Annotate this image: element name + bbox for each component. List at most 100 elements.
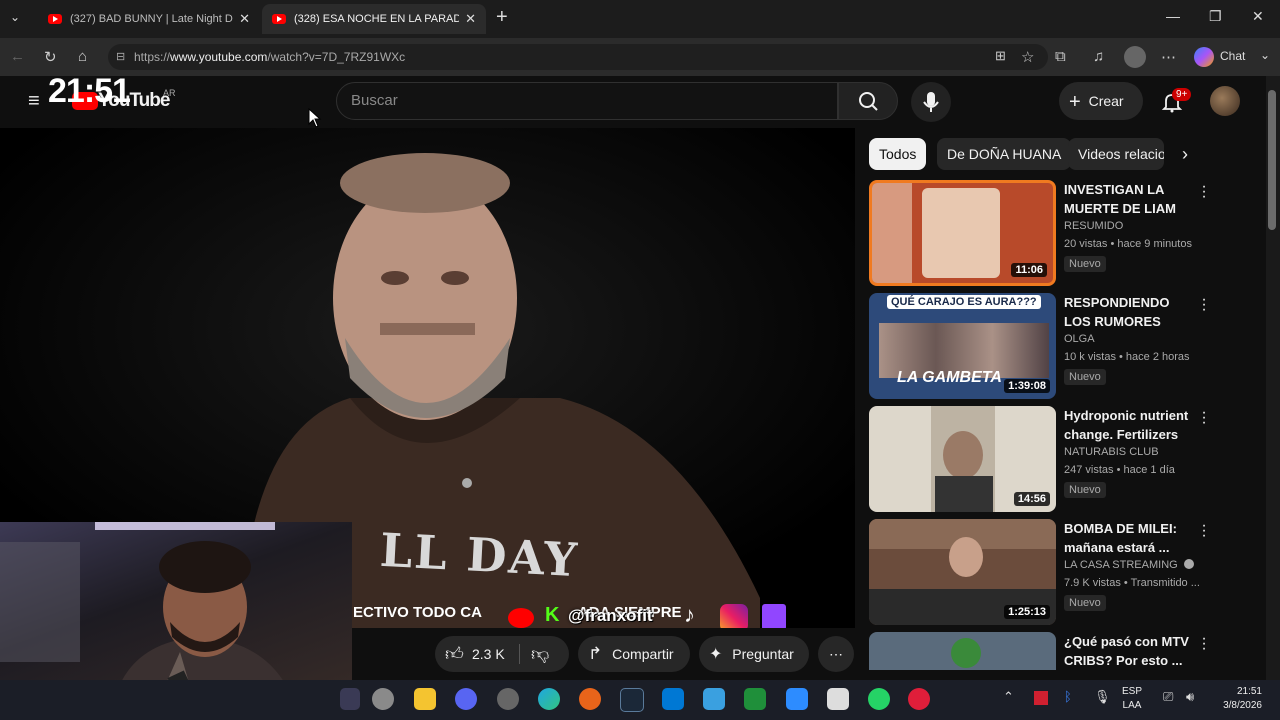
home-button[interactable]: ⌂ [78,48,87,65]
maximize-button[interactable]: ❐ [1209,8,1222,25]
app-available-icon[interactable]: ⊞ [995,48,1006,64]
layout-code: LAA [1122,700,1142,711]
like-count[interactable]: 2.3 K [472,636,505,672]
edge-browser-icon[interactable] [538,688,560,710]
scrollbar-thumb[interactable] [1268,90,1276,230]
video-meta: 7.9 K vistas • Transmitido ... [1064,577,1200,589]
bluetooth-icon[interactable]: ᛒ [1064,689,1072,704]
profile-icon[interactable] [1124,46,1146,68]
like-dislike-group: 👍︎ 2.3 K 👎︎ [435,636,569,672]
file-explorer-icon[interactable] [414,688,436,710]
taskbar-app-icon[interactable] [908,688,930,710]
channel-name[interactable]: LA CASA STREAMING [1064,559,1194,571]
ask-button[interactable]: ✦ Preguntar [699,636,809,672]
video-thumbnail[interactable]: 1:25:13 [869,519,1056,625]
more-options-icon[interactable]: · · · [1199,405,1209,431]
taskbar-app-icon[interactable] [703,688,725,710]
video-title[interactable]: INVESTIGAN LA MUERTE DE LIAM ... [1064,180,1189,218]
close-tab-icon[interactable]: ✕ [239,11,250,27]
media-control-icon[interactable]: ♫ [1093,48,1104,65]
taskbar-app-icon[interactable] [744,688,766,710]
new-badge: Nuevo [1064,369,1106,385]
back-button[interactable]: ← [10,48,25,65]
share-button[interactable]: ↱ Compartir [578,636,690,672]
channel-name[interactable]: RESUMIDO [1064,220,1123,232]
hoodie-text: LL DAY [378,522,581,588]
chevron-down-icon[interactable]: ⌄ [1260,48,1270,62]
taskbar-app-icon[interactable] [579,688,601,710]
social-handle: @franxofit [568,606,653,625]
close-tab-icon[interactable]: ✕ [465,11,476,27]
more-options-icon[interactable]: · · · [1199,632,1209,657]
store-icon[interactable] [662,688,684,710]
hamburger-menu-icon[interactable]: ≡ [28,90,40,113]
steam-icon[interactable] [620,688,644,712]
address-field[interactable]: ⊟ https://www.youtube.com/watch?v=7D_7RZ… [108,44,1048,70]
more-options-icon[interactable]: · · · [1199,179,1209,205]
video-title[interactable]: ¿Qué pasó con MTV CRIBS? Por esto ... [1064,632,1189,670]
recommendation-card[interactable]: 14:56 Hydroponic nutrient change. Fertil… [869,405,1259,512]
chevron-up-icon[interactable]: ⌃ [1003,689,1014,705]
video-thumbnail[interactable]: QUÉ CARAJO ES AURA??? LA GAMBETA 1:39:08 [869,293,1056,399]
system-clock[interactable]: 21:51 3/8/2026 [1212,685,1262,713]
recommendation-card[interactable]: QUÉ CARAJO ES AURA??? LA GAMBETA 1:39:08… [869,292,1259,399]
more-options-icon[interactable]: · · · [1199,518,1209,544]
chip-dona-huana[interactable]: De DOÑA HUANA [937,138,1072,170]
recommendation-card[interactable]: ¿Qué pasó con MTV CRIBS? Por esto ... · ·… [869,632,1259,670]
chip-todos[interactable]: Todos [869,138,927,170]
video-title[interactable]: BOMBA DE MILEI: mañana estará ... [1064,519,1189,557]
search-button[interactable] [838,82,898,120]
recommendation-card[interactable]: 11:06 INVESTIGAN LA MUERTE DE LIAM ... R… [869,179,1259,286]
thumbnail-side [872,183,912,283]
taskbar-app-icon[interactable] [340,688,360,710]
video-title[interactable]: Hydroponic nutrient change. Fertilizers … [1064,406,1189,444]
reload-button[interactable]: ↻ [44,48,57,66]
kick-icon: K [545,604,560,626]
network-icon[interactable]: ⎚ [1163,689,1173,705]
tab-esa-noche[interactable]: (328) ESA NOCHE EN LA PARADA DEL ✕ [262,4,486,34]
tab-list-dropdown-icon[interactable]: ⌄ [10,10,20,24]
taskbar-app-icon[interactable] [786,688,808,710]
minimize-button[interactable]: — [1166,8,1180,24]
more-actions-button[interactable]: ⋯ [818,636,854,672]
video-thumbnail[interactable]: 14:56 [869,406,1056,512]
input-language[interactable]: ESP LAA [1122,685,1142,713]
taskbar-app-icon[interactable] [372,688,394,710]
microphone-tray-icon[interactable]: 🎙︎ [1094,689,1111,705]
site-info-icon[interactable]: ⊟ [116,44,125,70]
channel-name[interactable]: NATURABIS CLUB [1064,446,1159,458]
chat-button[interactable]: Chat [1220,49,1245,63]
divider [519,644,520,664]
recommendation-card[interactable]: 1:25:13 BOMBA DE MILEI: mañana estará ..… [869,518,1259,625]
tab-bad-bunny[interactable]: (327) BAD BUNNY | Late Night Drive ✕ [38,4,260,34]
chevron-right-icon[interactable]: › [1182,144,1188,165]
new-tab-button[interactable]: + [496,6,508,29]
voice-search-button[interactable] [911,82,951,122]
tray-app-icon[interactable] [1034,691,1048,705]
youtube-social-icon [508,608,534,628]
more-options-icon[interactable]: · · · [1199,292,1209,318]
copilot-icon[interactable] [1194,47,1214,67]
video-meta: 10 k vistas • hace 2 horas [1064,351,1190,363]
taskbar-app-icon[interactable] [497,688,519,710]
more-menu-icon[interactable]: ⋯ [1161,48,1176,66]
whatsapp-icon[interactable] [868,688,890,710]
video-title[interactable]: RESPONDIENDO LOS RUMORES CO... [1064,293,1189,331]
dislike-icon[interactable]: 👎︎ [531,636,549,672]
video-thumbnail[interactable]: 11:06 [869,180,1056,286]
video-thumbnail[interactable] [869,632,1056,670]
twitch-icon [762,604,786,628]
chip-videos-relacionados[interactable]: Videos relacio [1068,138,1164,170]
taskbar-app-icon[interactable] [827,688,849,710]
favorite-star-icon[interactable]: ☆ [1021,48,1034,66]
volume-icon[interactable]: 🔊︎ [1186,689,1194,705]
like-icon[interactable]: 👍︎ [445,636,464,672]
search-input[interactable]: Buscar [336,82,838,120]
duration-badge: 1:39:08 [1004,379,1050,393]
close-window-button[interactable]: ✕ [1252,8,1264,25]
discord-icon[interactable] [455,688,477,710]
avatar[interactable] [1210,86,1240,116]
channel-name[interactable]: OLGA [1064,333,1095,345]
create-button[interactable]: + Crear [1059,82,1143,120]
extensions-icon[interactable]: ⧉ [1055,48,1066,65]
